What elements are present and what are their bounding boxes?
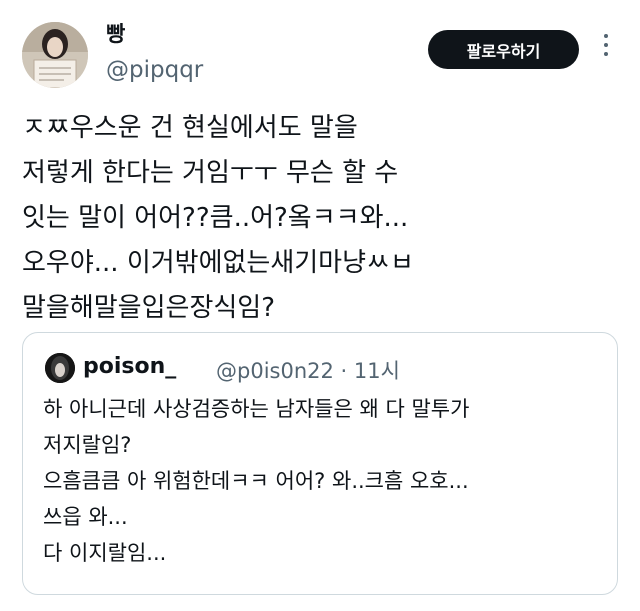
tweet-line: ㅈㅉ우스운 건 현실에서도 말을 [22, 113, 358, 143]
quoted-line: 쓰읍 와... [43, 505, 128, 529]
author-name[interactable]: 빵 [106, 18, 125, 48]
quoted-line: 으흠큼큼 아 위험한데ㅋㅋ 어어? 와..크흠 오호... [43, 469, 469, 493]
quoted-handle-time: @p0is0n22 · 11시 [216, 359, 400, 383]
tweet-line: 잇는 말이 어어??큼..어?옼ㅋㅋ와... [22, 203, 409, 233]
quoted-line: 저지랄임? [43, 433, 132, 457]
tweet-line: 말을해말을입은장식임? [22, 293, 276, 323]
quoted-author-avatar [45, 353, 75, 383]
author-handle[interactable]: @pipqqr [106, 57, 203, 83]
quoted-line: 하 아니근데 사상검증하는 남자들은 왜 다 말투가 [43, 397, 470, 421]
author-avatar[interactable] [22, 22, 88, 88]
quoted-line: 다 이지랄임... [43, 541, 167, 565]
tweet-text: ㅈㅉ우스운 건 현실에서도 말을 저렇게 한다는 거임ㅜㅜ 무슨 할 수 잇는 … [22, 106, 622, 331]
tweet-line: 저렇게 한다는 거임ㅜㅜ 무슨 할 수 [22, 158, 399, 188]
quoted-tweet[interactable]: poison_ @p0is0n22 · 11시 하 아니근데 사상검증하는 남자… [22, 332, 618, 595]
avatar-image [22, 22, 88, 88]
quoted-author-name: poison_ [83, 354, 177, 379]
more-vertical-icon[interactable] [596, 30, 616, 70]
tweet-line: 오우야... 이거밖에없는새기마냥ㅆㅂ [22, 248, 414, 278]
quoted-avatar-image [45, 353, 75, 383]
quoted-tweet-text: 하 아니근데 사상검증하는 남자들은 왜 다 말투가 저지랄임? 으흠큼큼 아 … [43, 391, 613, 571]
follow-button[interactable]: 팔로우하기 [428, 30, 579, 69]
